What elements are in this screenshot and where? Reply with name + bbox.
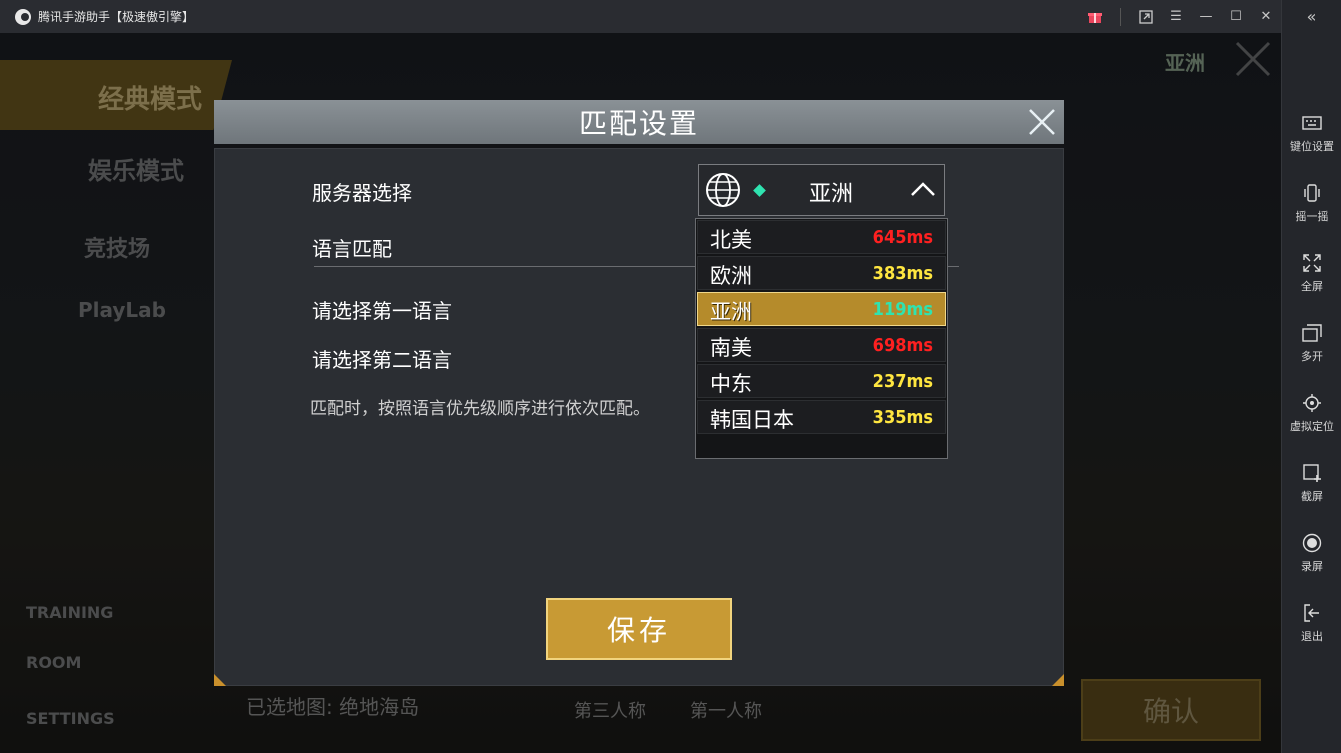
server-name: 韩国日本 <box>710 408 794 432</box>
sidebar-item-multi[interactable]: 多开 <box>1282 322 1341 364</box>
sidebar-item-label: 虚拟定位 <box>1290 420 1334 433</box>
sidebar-item-location[interactable]: 虚拟定位 <box>1282 392 1341 434</box>
app-title: 腾讯手游助手【极速傲引擎】 <box>38 10 195 24</box>
app-logo-icon <box>15 8 31 25</box>
keyboard-icon <box>1301 112 1323 134</box>
server-ping: 335ms <box>872 407 933 428</box>
minimize-icon[interactable]: — <box>1191 0 1221 33</box>
server-ping: 237ms <box>872 371 933 392</box>
sidebar-item-record[interactable]: 录屏 <box>1282 532 1341 574</box>
record-icon <box>1301 532 1323 554</box>
screenshot-icon <box>1301 462 1323 484</box>
location-icon <box>1301 392 1323 414</box>
server-name: 南美 <box>710 336 752 360</box>
sidebar-item-label: 摇一摇 <box>1295 210 1329 223</box>
menu-icon[interactable]: ☰ <box>1161 0 1191 33</box>
shake-icon <box>1301 182 1323 204</box>
emulator-sidebar: « 键位设置 摇一摇 全屏 多开 虚拟定位 截屏 录屏 退出 <box>1281 0 1341 753</box>
collapse-sidebar-icon[interactable]: « <box>1282 0 1341 33</box>
server-option-asia[interactable]: 亚洲 119ms <box>697 292 946 326</box>
sidebar-item-screenshot[interactable]: 截屏 <box>1282 462 1341 504</box>
sidebar-item-shake[interactable]: 摇一摇 <box>1282 182 1341 224</box>
language-match-label: 语言匹配 <box>312 237 392 261</box>
window-controls: ☰ — ☐ ✕ <box>1080 0 1281 33</box>
title-bar: 腾讯手游助手【极速傲引擎】 ☰ — ☐ ✕ <box>0 0 1281 33</box>
close-window-icon[interactable]: ✕ <box>1251 0 1281 33</box>
server-ping: 119ms <box>872 299 933 320</box>
sidebar-item-label: 键位设置 <box>1290 140 1334 153</box>
server-option-na[interactable]: 北美 645ms <box>697 220 946 254</box>
corner-decoration <box>1052 674 1064 686</box>
server-name: 欧洲 <box>710 264 752 288</box>
fullscreen-icon <box>1301 252 1323 274</box>
app-window: 腾讯手游助手【极速傲引擎】 ☰ — ☐ ✕ 经典模式 娱乐模式 竞技场 Play… <box>0 0 1341 753</box>
dialog-title: 匹配设置 <box>578 107 699 140</box>
popout-icon[interactable] <box>1131 0 1161 33</box>
server-option-sa[interactable]: 南美 698ms <box>697 328 946 362</box>
second-language-label: 请选择第二语言 <box>312 348 452 372</box>
exit-icon <box>1301 602 1323 624</box>
first-language-label: 请选择第一语言 <box>312 299 452 323</box>
status-indicator-icon <box>753 184 766 197</box>
match-settings-dialog: 匹配设置 服务器选择 语言匹配 请选择第一语言 请选择第二语言 匹配时，按照语言… <box>214 100 1064 688</box>
match-hint-text: 匹配时，按照语言优先级顺序进行依次匹配。 <box>310 399 650 419</box>
server-ping: 698ms <box>872 335 933 356</box>
server-ping: 645ms <box>872 227 933 248</box>
maximize-icon[interactable]: ☐ <box>1221 0 1251 33</box>
sidebar-item-exit[interactable]: 退出 <box>1282 602 1341 644</box>
sidebar-item-fullscreen[interactable]: 全屏 <box>1282 252 1341 294</box>
sidebar-item-label: 全屏 <box>1301 280 1323 293</box>
server-option-eu[interactable]: 欧洲 383ms <box>697 256 946 290</box>
globe-icon <box>705 172 741 208</box>
sidebar-item-label: 退出 <box>1301 630 1323 643</box>
sidebar-item-label: 多开 <box>1301 350 1323 363</box>
server-option-me[interactable]: 中东 237ms <box>697 364 946 398</box>
sidebar-item-label: 截屏 <box>1301 490 1323 503</box>
close-icon[interactable] <box>1026 106 1058 138</box>
server-ping: 383ms <box>872 263 933 284</box>
server-dropdown[interactable]: 亚洲 <box>698 164 945 216</box>
dialog-header: 匹配设置 <box>214 100 1064 144</box>
server-select-label: 服务器选择 <box>312 181 412 205</box>
server-name: 北美 <box>710 228 752 252</box>
selected-server-value: 亚洲 <box>809 182 854 207</box>
sidebar-item-label: 录屏 <box>1301 560 1323 573</box>
server-list: 北美 645ms 欧洲 383ms 亚洲 119ms 南美 698ms 中东 2… <box>695 218 948 459</box>
chevron-up-icon <box>910 179 936 199</box>
divider <box>1120 7 1121 26</box>
corner-decoration <box>214 674 226 686</box>
gift-icon[interactable] <box>1080 0 1110 33</box>
server-name: 中东 <box>710 372 752 396</box>
server-name: 亚洲 <box>710 300 752 324</box>
server-option-krjp[interactable]: 韩国日本 335ms <box>697 400 946 434</box>
sidebar-item-keymap[interactable]: 键位设置 <box>1282 112 1341 154</box>
multi-window-icon <box>1301 322 1323 344</box>
save-button[interactable]: 保存 <box>546 598 732 660</box>
